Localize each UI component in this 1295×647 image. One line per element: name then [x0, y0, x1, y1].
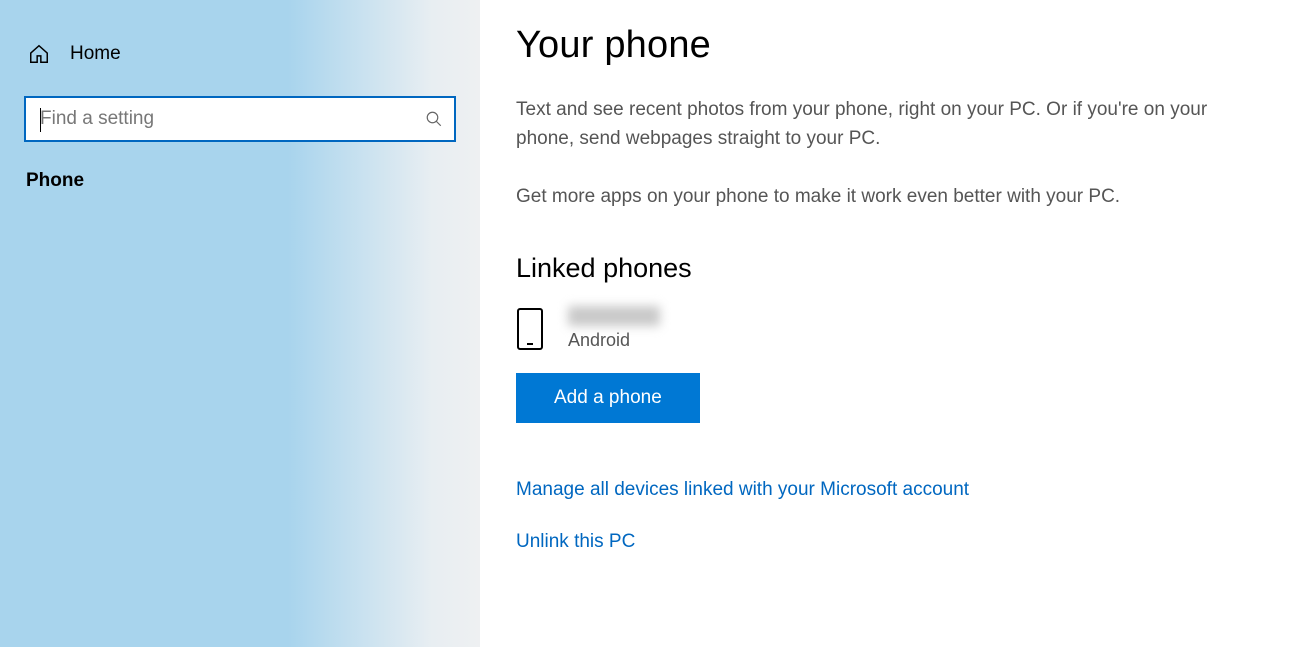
linked-phones-heading: Linked phones [516, 253, 1259, 284]
text-caret [40, 108, 41, 132]
manage-devices-link[interactable]: Manage all devices linked with your Micr… [516, 479, 1259, 501]
phone-details: Android [568, 306, 660, 351]
description-paragraph-1: Text and see recent photos from your pho… [516, 95, 1236, 154]
home-icon [28, 43, 50, 65]
main-content: Your phone Text and see recent photos fr… [480, 0, 1295, 647]
phone-icon [516, 307, 544, 351]
phone-type-label: Android [568, 330, 660, 351]
category-label: Phone [0, 170, 480, 192]
linked-phone-item[interactable]: Android [516, 306, 1259, 351]
home-nav-item[interactable]: Home [0, 36, 480, 72]
unlink-pc-link[interactable]: Unlink this PC [516, 531, 1259, 553]
page-description: Text and see recent photos from your pho… [516, 95, 1236, 211]
search-box[interactable] [24, 96, 456, 142]
settings-sidebar: Home Phone [0, 0, 480, 647]
description-paragraph-2: Get more apps on your phone to make it w… [516, 182, 1236, 211]
add-phone-button[interactable]: Add a phone [516, 373, 700, 423]
search-input[interactable] [26, 98, 414, 140]
phone-name-redacted [568, 306, 660, 326]
home-label: Home [70, 43, 121, 65]
page-title: Your phone [516, 24, 1259, 67]
search-icon[interactable] [414, 110, 454, 128]
search-container [0, 96, 480, 142]
